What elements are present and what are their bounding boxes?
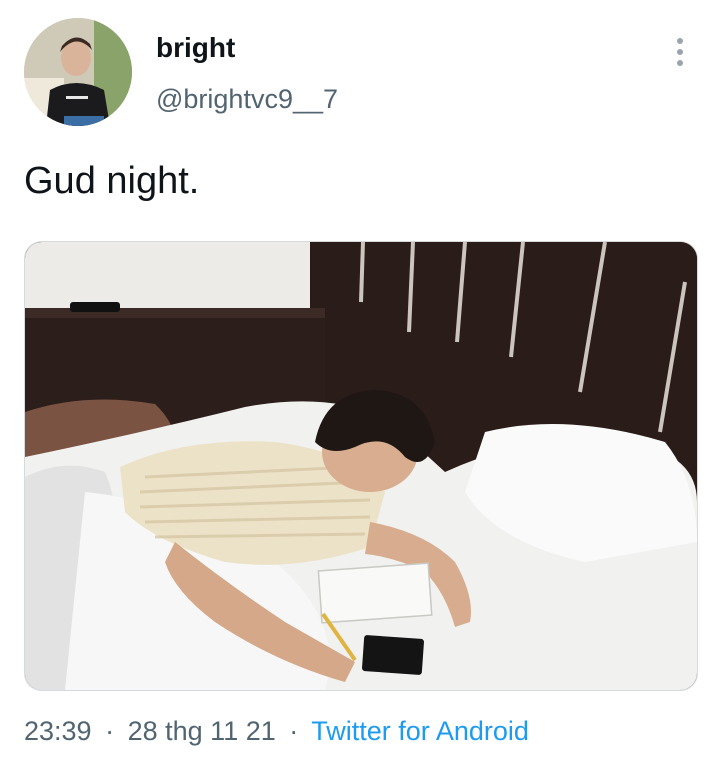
bedroom-photo: [25, 242, 697, 690]
tweet-text: Gud night.: [24, 160, 200, 202]
separator: ·: [105, 716, 115, 746]
tweet-time[interactable]: 23:39: [24, 716, 92, 746]
author-name[interactable]: bright: [156, 32, 235, 64]
menu-dot: [677, 49, 683, 55]
tweet-photo[interactable]: [24, 241, 698, 691]
avatar[interactable]: [24, 18, 132, 126]
avatar-photo: [24, 18, 132, 126]
author-handle[interactable]: @brightvc9__7: [156, 84, 338, 115]
separator: ·: [289, 716, 299, 746]
tweet-date[interactable]: 28 thg 11 21: [128, 716, 276, 746]
menu-dot: [677, 38, 683, 44]
tweet-meta: 23:39 · 28 thg 11 21 · Twitter for Andro…: [24, 716, 529, 747]
menu-dot: [677, 60, 683, 66]
more-vertical-icon[interactable]: [664, 30, 696, 74]
tweet-source-link[interactable]: Twitter for Android: [311, 716, 529, 746]
